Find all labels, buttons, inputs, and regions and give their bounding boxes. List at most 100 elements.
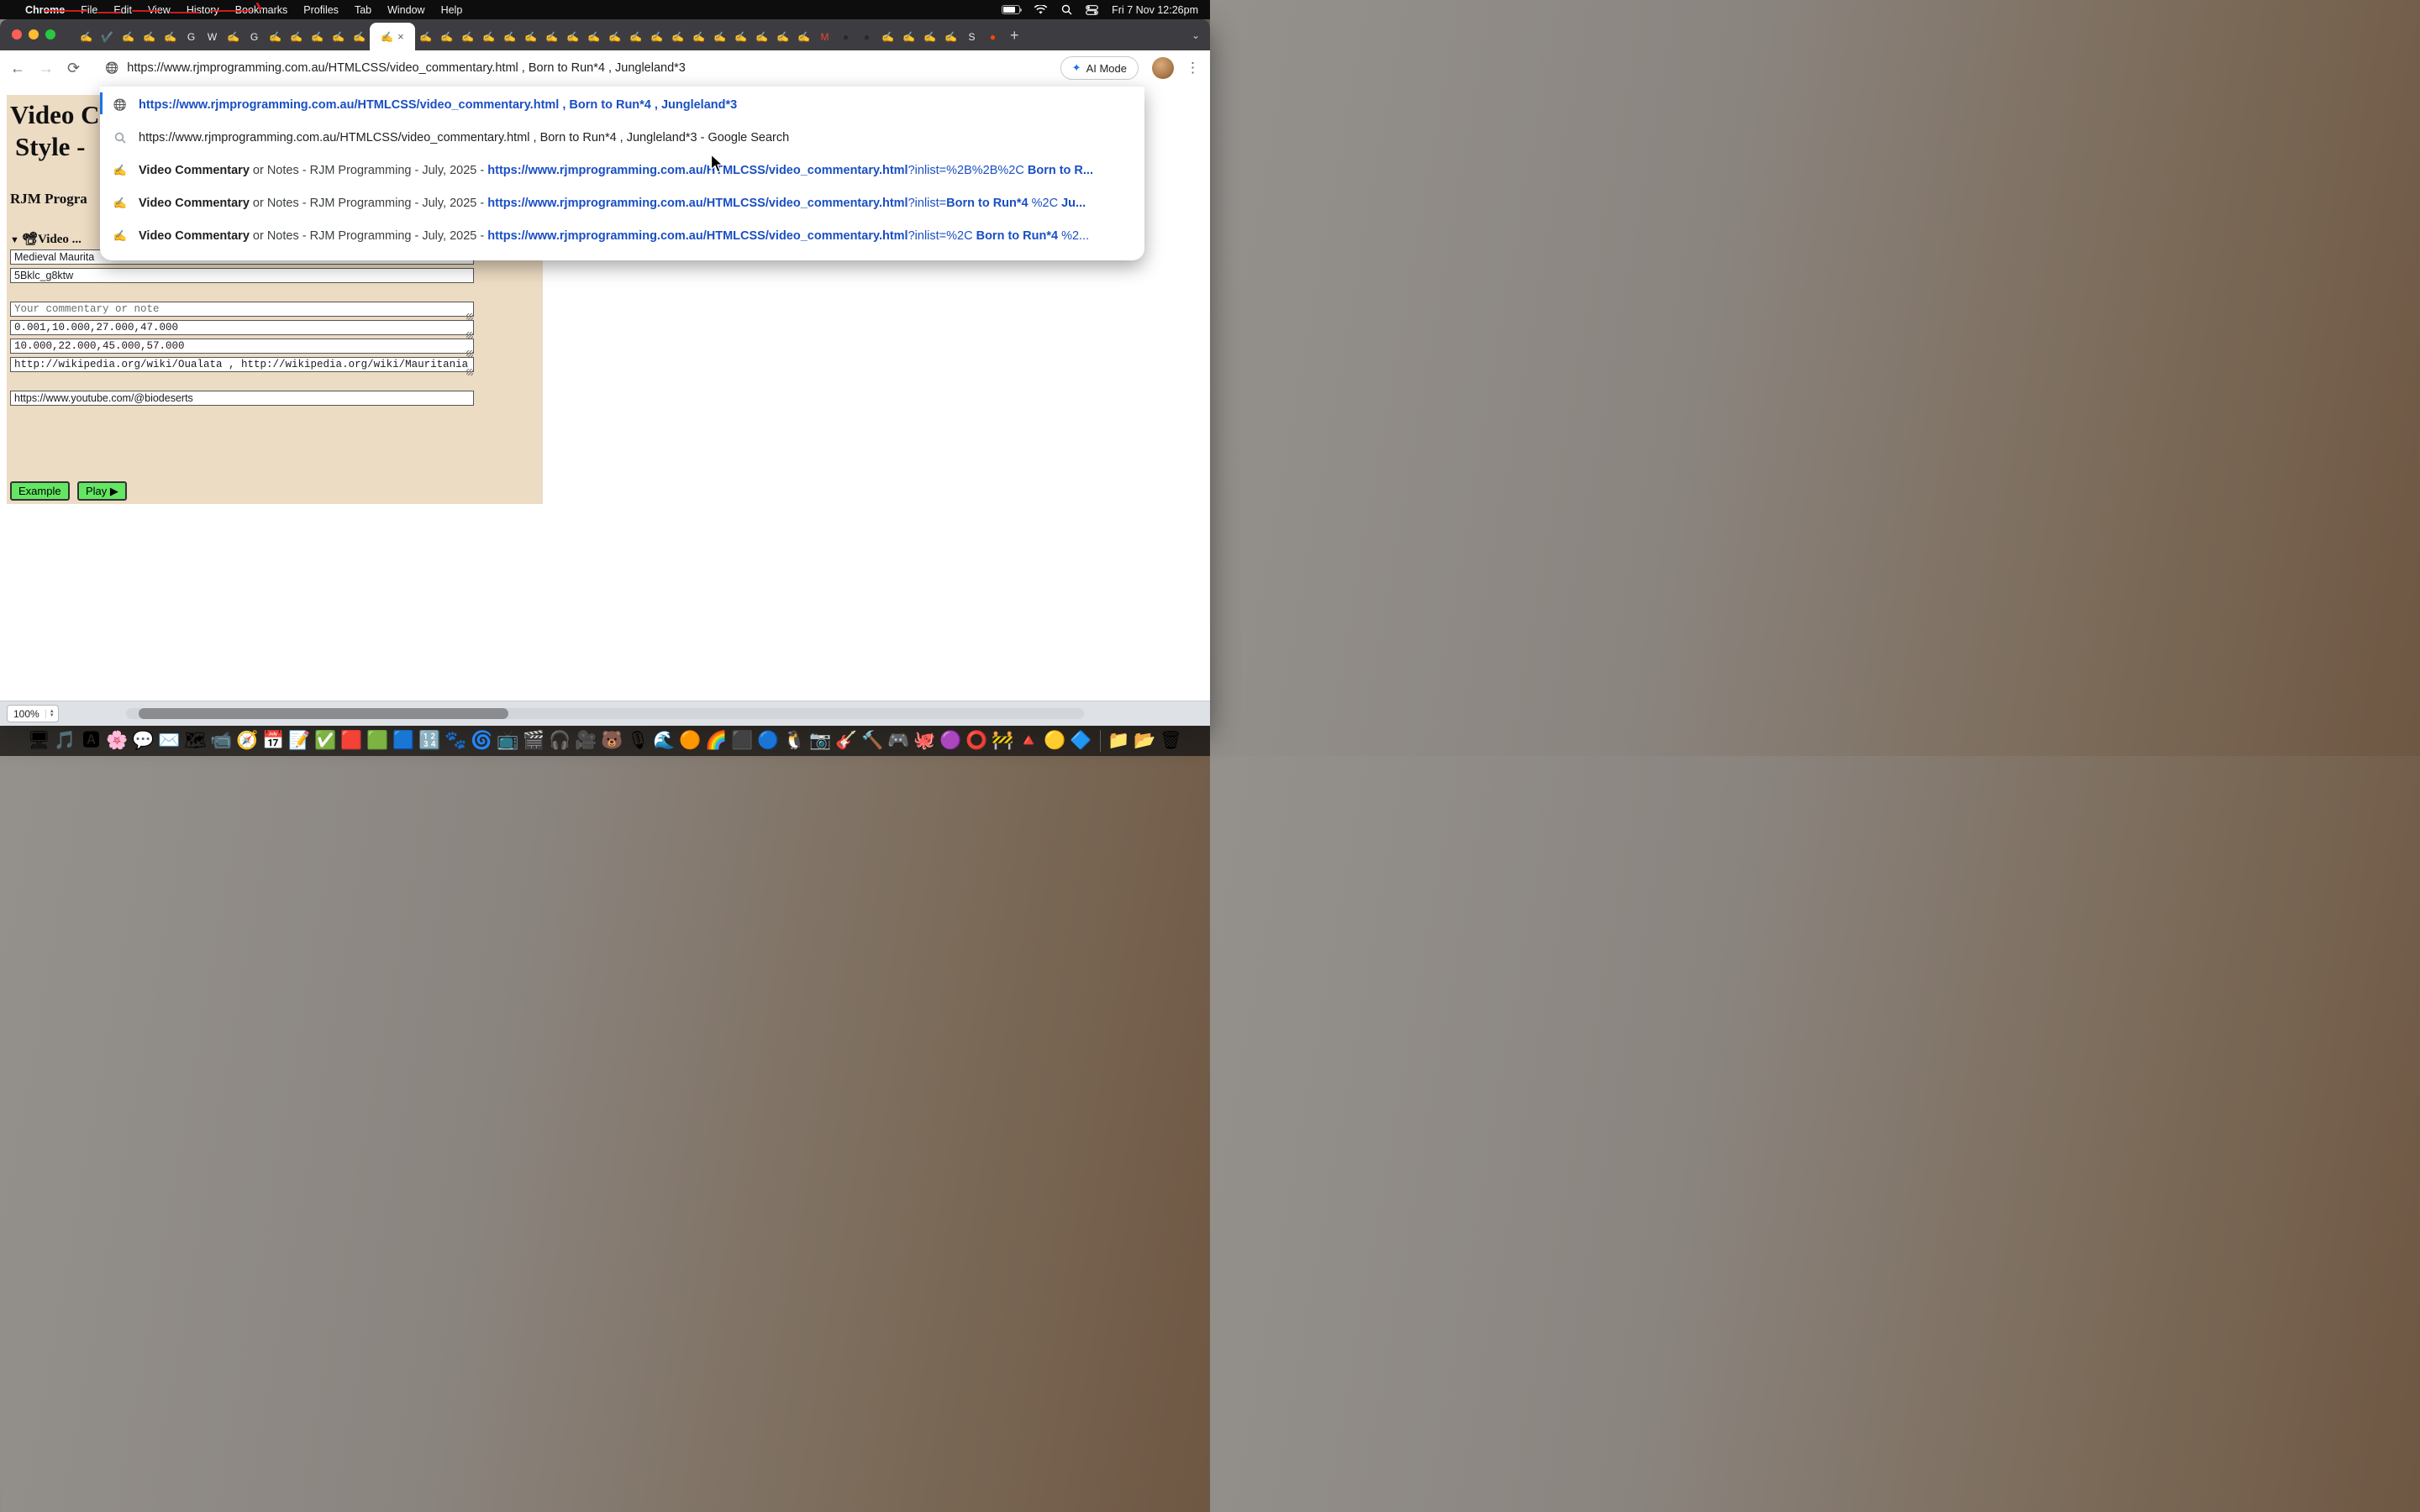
dock-excel[interactable]: 🟩: [366, 728, 390, 753]
menu-item-help[interactable]: Help: [441, 4, 463, 16]
forward-button[interactable]: →: [39, 60, 54, 76]
commentary-textarea[interactable]: [10, 302, 474, 317]
tab[interactable]: M: [814, 23, 835, 50]
dock-folder-downloads[interactable]: 📂: [1134, 728, 1157, 753]
tab[interactable]: ✍️: [583, 23, 604, 50]
dock-obs[interactable]: ⭕: [965, 728, 989, 753]
horizontal-scrollbar-thumb[interactable]: [139, 708, 508, 719]
play-button[interactable]: Play ▶: [77, 481, 127, 501]
dock-apple-tv[interactable]: 📺: [497, 728, 520, 753]
suggestion-page-2[interactable]: ✍️ Video Commentary or Notes - RJM Progr…: [100, 186, 1144, 219]
dock-finder[interactable]: 🖥: [28, 728, 51, 753]
channel-url-input[interactable]: [10, 391, 474, 406]
tab[interactable]: ✍️: [328, 23, 349, 50]
suggestion-search[interactable]: https://www.rjmprogramming.com.au/HTMLCS…: [100, 121, 1144, 154]
reload-button[interactable]: ⟳: [67, 60, 80, 76]
dock-news[interactable]: 🟡: [1044, 728, 1067, 753]
tab[interactable]: ✍️: [688, 23, 709, 50]
dock-podcasts[interactable]: 🎙: [627, 728, 650, 753]
dock-mail[interactable]: ✉️: [158, 728, 182, 753]
dock-calculator[interactable]: 🔢: [418, 728, 442, 753]
example-button[interactable]: Example: [10, 481, 70, 501]
dock-deliveries[interactable]: 🟠: [679, 728, 702, 753]
tab[interactable]: ✍️: [139, 23, 160, 50]
minimize-window-button[interactable]: [29, 29, 39, 39]
tab[interactable]: ✍️: [520, 23, 541, 50]
tab[interactable]: ✍️: [478, 23, 499, 50]
tab-active[interactable]: ✍️×: [370, 23, 415, 50]
dock-safari[interactable]: 🧭: [236, 728, 260, 753]
dock-folder-documents[interactable]: 📁: [1107, 728, 1131, 753]
resize-handle-icon[interactable]: [466, 332, 473, 339]
control-center-icon[interactable]: [1086, 5, 1098, 15]
dock-notability[interactable]: ⬛: [731, 728, 755, 753]
dock-calendar[interactable]: 📅: [262, 728, 286, 753]
tab[interactable]: ✍️: [457, 23, 478, 50]
tab[interactable]: ✍️: [160, 23, 181, 50]
menubar-clock[interactable]: Fri 7 Nov 12:26pm: [1112, 4, 1198, 16]
dock-edge[interactable]: 🌊: [653, 728, 676, 753]
dock-youtube[interactable]: 🔺: [1018, 728, 1041, 753]
dock-blender[interactable]: 🌀: [471, 728, 494, 753]
tab[interactable]: ✍️: [76, 23, 97, 50]
end-times-textarea[interactable]: 10.000,22.000,45.000,57.000: [10, 339, 474, 354]
suggestion-page-3[interactable]: ✍️ Video Commentary or Notes - RJM Progr…: [100, 219, 1144, 252]
menu-item-edit[interactable]: Edit: [113, 4, 132, 16]
dock-garageband[interactable]: 🎸: [835, 728, 859, 753]
back-button[interactable]: ←: [10, 60, 25, 76]
tab[interactable]: ✍️: [604, 23, 625, 50]
tab[interactable]: ✔️: [97, 23, 118, 50]
tab[interactable]: G: [244, 23, 265, 50]
menu-item-profiles[interactable]: Profiles: [303, 4, 339, 16]
tab[interactable]: ✍️: [307, 23, 328, 50]
dock-spotify[interactable]: 🎧: [549, 728, 572, 753]
tab[interactable]: ✍️: [919, 23, 940, 50]
dock-xcode[interactable]: 🔨: [861, 728, 885, 753]
tab[interactable]: ✍️: [898, 23, 919, 50]
profile-avatar[interactable]: [1152, 57, 1174, 79]
close-window-button[interactable]: [12, 29, 22, 39]
dock-netflix[interactable]: 🎬: [523, 728, 546, 753]
dock-camera[interactable]: 📷: [809, 728, 833, 753]
dock-music[interactable]: 🎵: [54, 728, 77, 753]
tab[interactable]: ✍️: [625, 23, 646, 50]
wifi-icon[interactable]: [1034, 5, 1048, 15]
tab[interactable]: ✍️: [751, 23, 772, 50]
tab[interactable]: ✍️: [349, 23, 370, 50]
tab[interactable]: ✍️: [415, 23, 436, 50]
tab[interactable]: ✍️: [541, 23, 562, 50]
resize-handle-icon[interactable]: [466, 369, 473, 375]
tab[interactable]: ✍️: [709, 23, 730, 50]
dock-zoom[interactable]: 🎥: [575, 728, 598, 753]
dock-telegram[interactable]: 🔵: [757, 728, 781, 753]
dock-facetime[interactable]: 📹: [210, 728, 234, 753]
dock-qq[interactable]: 🐧: [783, 728, 807, 753]
dock-filezilla[interactable]: 🟥: [340, 728, 364, 753]
dock-github[interactable]: 🐙: [913, 728, 937, 753]
dock-messages[interactable]: 💬: [132, 728, 155, 753]
spotlight-search-icon[interactable]: [1061, 4, 1072, 15]
tab[interactable]: ✍️: [730, 23, 751, 50]
dock-photos[interactable]: 🌸: [106, 728, 129, 753]
tab[interactable]: S: [961, 23, 982, 50]
tab-close-icon[interactable]: ×: [397, 31, 404, 42]
tab[interactable]: ✍️: [499, 23, 520, 50]
dock-pet-app[interactable]: 🐾: [445, 728, 468, 753]
menu-item-tab[interactable]: Tab: [355, 4, 371, 16]
new-tab-button[interactable]: +: [1010, 28, 1019, 43]
chrome-menu-kebab-icon[interactable]: ⋮: [1186, 60, 1200, 76]
dock-trash[interactable]: 🗑: [1160, 728, 1183, 753]
dock-linkedin[interactable]: 🔷: [1070, 728, 1093, 753]
suggestion-url[interactable]: 🌐 https://www.rjmprogramming.com.au/HTML…: [100, 88, 1144, 121]
dock-keynote[interactable]: 🟦: [392, 728, 416, 753]
tab[interactable]: ✍️: [793, 23, 814, 50]
suggestion-page-1[interactable]: ✍️ Video Commentary or Notes - RJM Progr…: [100, 154, 1144, 186]
tab[interactable]: ✍️: [646, 23, 667, 50]
tab[interactable]: ✍️: [940, 23, 961, 50]
tab-search-chevron-icon[interactable]: ⌄: [1192, 29, 1200, 41]
tab[interactable]: ●: [856, 23, 877, 50]
tab[interactable]: ✍️: [286, 23, 307, 50]
tab[interactable]: ✍️: [436, 23, 457, 50]
tab[interactable]: ✍️: [772, 23, 793, 50]
dock-twitch[interactable]: 🟣: [939, 728, 963, 753]
